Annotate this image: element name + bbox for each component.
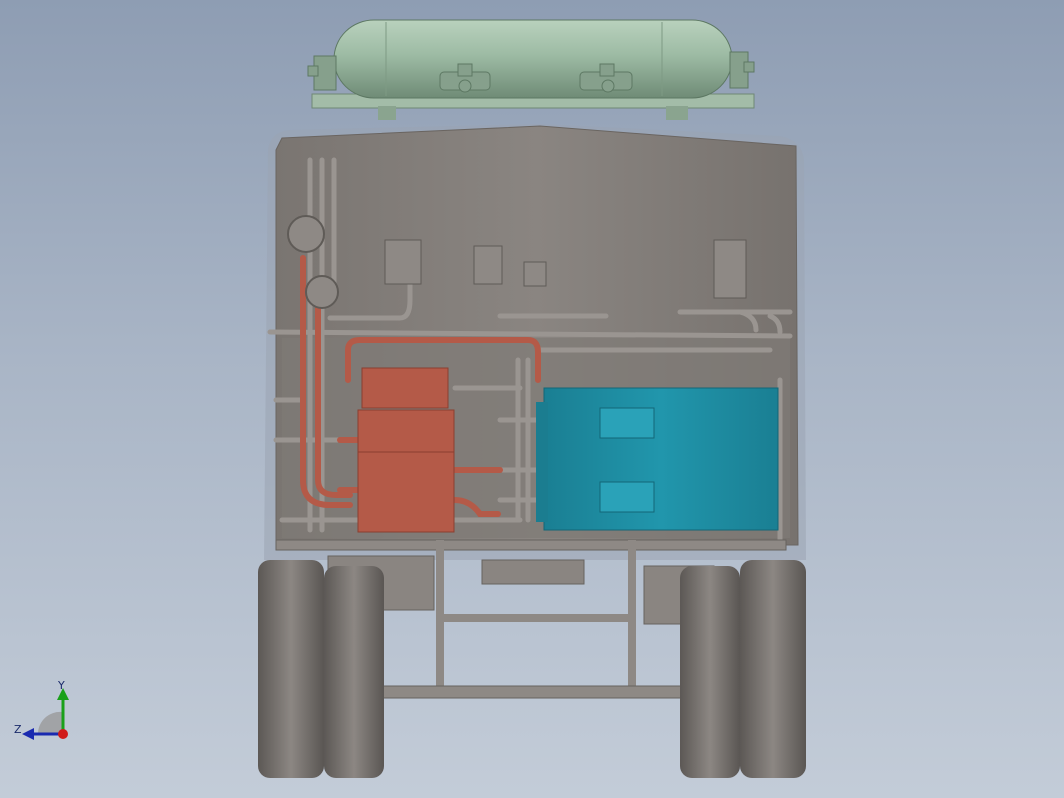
y-axis-label: Y (57, 679, 65, 692)
wheel-left-inner (324, 566, 384, 778)
wheel-right-inner (680, 566, 740, 778)
rear-wheels[interactable] (258, 560, 806, 778)
chassis-crossbeam-mid (444, 614, 628, 622)
heat-exchanger-unit[interactable] (357, 367, 455, 533)
tank-end-fitting-right (729, 51, 755, 89)
electrical-box-right (713, 239, 747, 299)
z-axis-arrow-icon (22, 728, 34, 740)
tank-foot-right (666, 106, 688, 120)
storage-tank-unit[interactable] (536, 387, 779, 531)
equipment-box-center (481, 559, 585, 585)
triad-arc-icon (37, 711, 62, 734)
heat-exchanger-top (361, 367, 449, 409)
z-axis-label: Z (14, 723, 22, 736)
tank-foot-left (378, 106, 396, 120)
chassis-post-left (436, 540, 444, 690)
chassis-crossbeam-top (275, 539, 787, 551)
roof-gas-tank[interactable] (307, 19, 755, 120)
storage-unit-band-upper (599, 407, 655, 439)
axis-triad: Y Z (14, 679, 69, 740)
control-box-left (384, 239, 422, 285)
chassis-post-right (628, 540, 636, 690)
wheel-left-outer (258, 560, 324, 778)
control-box-small (523, 261, 547, 287)
wheel-right-outer (740, 560, 806, 778)
heat-exchanger-body (357, 409, 455, 533)
control-box-mid (473, 245, 503, 285)
tank-end-fitting-left (307, 55, 337, 91)
storage-unit-body (543, 387, 779, 531)
storage-unit-edge-left (536, 402, 548, 522)
storage-unit-band-lower (599, 481, 655, 513)
cad-viewport[interactable] (0, 0, 1064, 798)
x-axis-icon (58, 729, 68, 739)
pressure-gauge-lower-icon (305, 275, 339, 309)
tank-cylinder (333, 19, 733, 99)
pressure-gauge-upper-icon (287, 215, 325, 253)
